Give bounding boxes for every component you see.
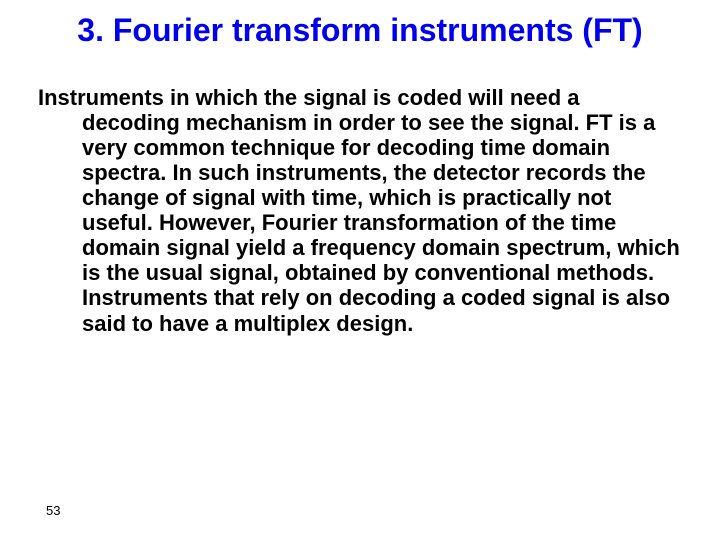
slide: 3. Fourier transform instruments (FT) In… [0,0,720,540]
slide-body-text: Instruments in which the signal is coded… [74,85,690,336]
slide-title: 3. Fourier transform instruments (FT) [30,12,690,49]
page-number: 53 [46,503,60,518]
